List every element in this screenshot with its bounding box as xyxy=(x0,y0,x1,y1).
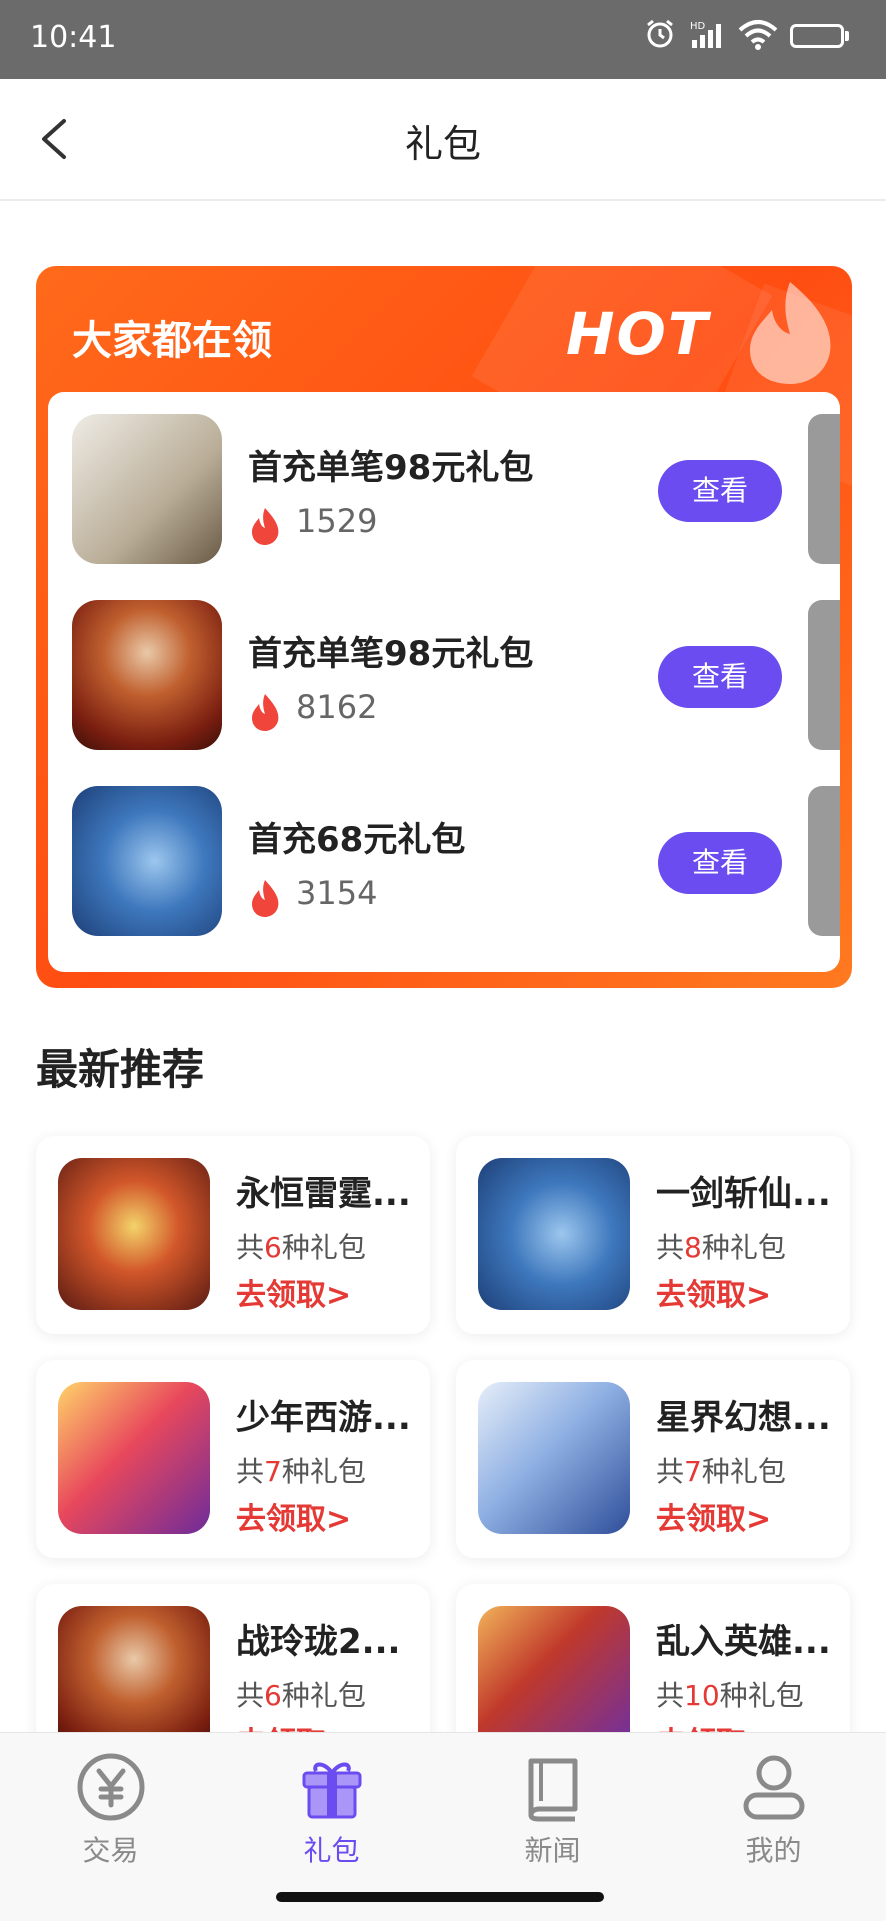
tab-label: 新闻 xyxy=(524,1834,581,1867)
gift-count: 共6种礼包 xyxy=(236,1231,366,1264)
book-icon xyxy=(528,1758,578,1822)
section-title: 最新推荐 xyxy=(36,1045,205,1094)
claim-link[interactable]: 去领取> xyxy=(236,1270,351,1314)
side-handle xyxy=(808,600,840,750)
gift-count: 共6种礼包 xyxy=(236,1679,366,1712)
side-handle xyxy=(808,786,840,936)
hot-gift-row[interactable]: 首充68元礼包 3154 查看 xyxy=(48,764,840,936)
hot-gift-row[interactable]: 首充单笔98元礼包 8162 查看 xyxy=(48,578,840,750)
claim-link[interactable]: 去领取> xyxy=(656,1270,771,1314)
game-thumbnail xyxy=(478,1382,630,1534)
fire-icon xyxy=(252,694,279,731)
hot-gifts-card: 大家都在领 HOT 首充单笔98元礼包 1529 查看 首充单笔98元礼包 81… xyxy=(36,266,852,988)
game-name: 少年西游... xyxy=(236,1398,411,1438)
alarm-icon xyxy=(647,19,673,48)
tab-label: 礼包 xyxy=(303,1834,360,1867)
claim-count: 8162 xyxy=(296,688,378,726)
gift-name: 首充68元礼包 xyxy=(248,820,466,860)
fire-icon xyxy=(252,508,279,545)
user-icon xyxy=(743,1755,805,1820)
tab-news[interactable]: 新闻 xyxy=(442,1733,663,1883)
battery-cap xyxy=(845,31,849,41)
claim-count: 1529 xyxy=(296,502,378,540)
nav-bar: 礼包 xyxy=(0,79,886,201)
battery-level: 75 xyxy=(806,24,828,42)
flame-icon xyxy=(750,282,831,384)
claim-link[interactable]: 去领取> xyxy=(236,1494,351,1538)
gift-name: 首充单笔98元礼包 xyxy=(248,634,534,674)
game-name: 一剑斩仙... xyxy=(656,1174,831,1214)
home-indicator[interactable] xyxy=(276,1892,604,1902)
gift-name: 首充单笔98元礼包 xyxy=(248,448,534,488)
tab-label: 我的 xyxy=(745,1834,802,1867)
game-name: 乱入英雄... xyxy=(656,1622,831,1662)
yen-icon xyxy=(77,1753,145,1821)
game-name: 永恒雷霆... xyxy=(236,1174,411,1214)
tab-label: 交易 xyxy=(82,1834,139,1867)
game-thumbnail xyxy=(58,1158,210,1310)
hot-gift-row[interactable]: 首充单笔98元礼包 1529 查看 xyxy=(48,392,840,564)
claim-count: 3154 xyxy=(296,874,378,912)
game-thumbnail xyxy=(72,414,222,564)
view-button[interactable]: 查看 xyxy=(658,646,782,708)
gift-count: 共7种礼包 xyxy=(656,1455,786,1488)
status-bar: 10:41 HD 75 xyxy=(0,0,886,79)
view-button[interactable]: 查看 xyxy=(658,460,782,522)
view-button[interactable]: 查看 xyxy=(658,832,782,894)
claim-link[interactable]: 去领取> xyxy=(656,1494,771,1538)
battery-icon: 75 xyxy=(790,24,844,48)
tab-trade[interactable]: 交易 xyxy=(0,1733,221,1883)
tab-profile[interactable]: 我的 xyxy=(663,1733,884,1883)
tab-gifts[interactable]: 礼包 xyxy=(221,1733,442,1883)
game-name: 战玲珑2... xyxy=(236,1622,401,1662)
status-time: 10:41 xyxy=(30,20,117,55)
game-gift-card[interactable]: 少年西游... 共7种礼包 去领取> xyxy=(36,1360,430,1558)
hot-gift-list: 首充单笔98元礼包 1529 查看 首充单笔98元礼包 8162 查看 首充68… xyxy=(48,392,840,972)
game-thumbnail xyxy=(72,786,222,936)
wifi-icon xyxy=(738,20,778,50)
game-gift-card[interactable]: 星界幻想... 共7种礼包 去领取> xyxy=(456,1360,850,1558)
fire-icon xyxy=(252,880,279,917)
game-thumbnail xyxy=(478,1158,630,1310)
game-name: 星界幻想... xyxy=(656,1398,831,1438)
hot-badge-text: HOT xyxy=(566,300,710,368)
gift-count: 共8种礼包 xyxy=(656,1231,786,1264)
page-title: 礼包 xyxy=(404,122,481,166)
game-thumbnail xyxy=(58,1382,210,1534)
cell-signal-icon: HD xyxy=(690,21,721,48)
gift-icon xyxy=(302,1762,362,1819)
signal-hd-label: HD xyxy=(690,21,706,32)
gift-count: 共7种礼包 xyxy=(236,1455,366,1488)
game-gift-card[interactable]: 永恒雷霆... 共6种礼包 去领取> xyxy=(36,1136,430,1334)
game-gift-card[interactable]: 一剑斩仙... 共8种礼包 去领取> xyxy=(456,1136,850,1334)
side-handle xyxy=(808,414,840,564)
gift-count: 共10种礼包 xyxy=(656,1679,804,1712)
game-thumbnail xyxy=(72,600,222,750)
hot-card-title: 大家都在领 xyxy=(72,318,272,364)
